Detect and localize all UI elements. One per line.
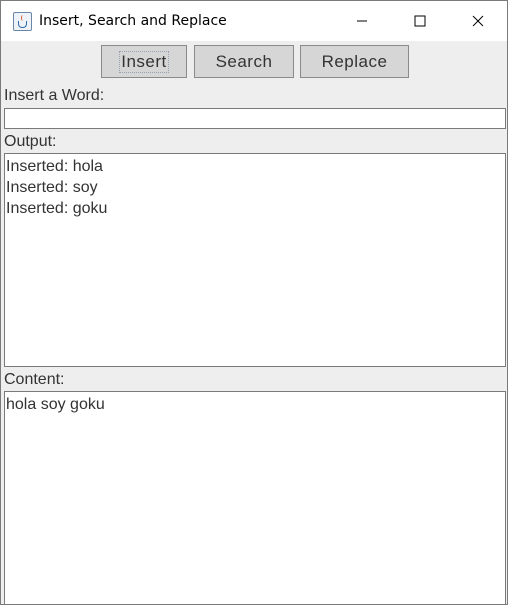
content-line: hola soy goku	[6, 396, 105, 413]
app-window: Insert, Search and Replace Insert Search	[0, 0, 508, 605]
content-text-area[interactable]: hola soy goku	[4, 391, 506, 604]
search-button-label: Search	[215, 51, 273, 71]
maximize-icon	[414, 15, 426, 27]
minimize-icon	[357, 20, 367, 22]
insert-word-label: Insert a Word:	[4, 87, 105, 104]
output-line: Inserted: hola	[6, 158, 103, 175]
java-cup-icon	[13, 12, 32, 31]
window-title: Insert, Search and Replace	[39, 13, 227, 29]
replace-button[interactable]: Replace	[300, 45, 409, 78]
output-text-area[interactable]: Inserted: hola Inserted: soy Inserted: g…	[4, 153, 506, 367]
maximize-button[interactable]	[391, 1, 449, 41]
replace-button-label: Replace	[321, 51, 388, 71]
insert-word-field[interactable]	[4, 108, 506, 129]
close-button[interactable]	[449, 1, 507, 41]
output-line: Inserted: goku	[6, 200, 108, 217]
output-label: Output:	[4, 133, 57, 150]
button-bar: Insert Search Replace	[1, 41, 507, 85]
output-line: Inserted: soy	[6, 179, 98, 196]
content-label: Content:	[4, 371, 65, 388]
minimize-button[interactable]	[333, 1, 391, 41]
title-bar[interactable]: Insert, Search and Replace	[1, 1, 507, 41]
close-icon	[472, 15, 484, 27]
insert-button-label: Insert	[119, 50, 169, 73]
search-button[interactable]: Search	[194, 45, 294, 78]
insert-button[interactable]: Insert	[101, 45, 187, 78]
